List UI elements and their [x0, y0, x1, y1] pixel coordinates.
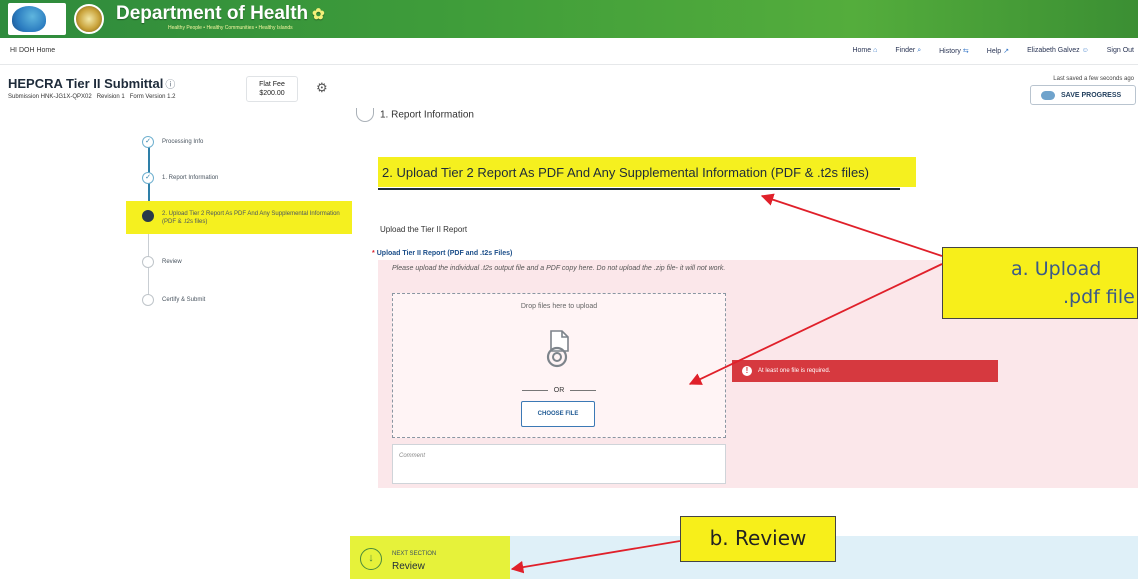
- annotation-arrow-to-dropzone: [688, 263, 943, 385]
- annotation-arrow-to-next-section: [510, 540, 681, 574]
- annotation-arrow-to-title: [760, 193, 943, 257]
- annotation-arrows: [510, 193, 943, 574]
